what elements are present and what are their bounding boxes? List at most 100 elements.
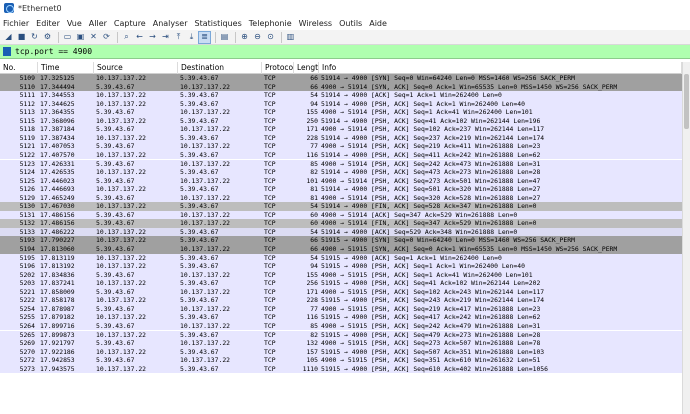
packet-time: 17.790227	[40, 236, 75, 245]
packet-no: 5111	[19, 91, 35, 100]
packet-row[interactable]: 5255 17.879182 10.137.137.22 5.39.43.67 TCP 1…	[0, 313, 682, 322]
first-packet-icon[interactable]: ⤒	[173, 32, 184, 43]
packet-row[interactable]: 5269 17.921797 5.39.43.67 10.137.137.22 TCP 1…	[0, 339, 682, 348]
packet-info: 51915 → 4900 [PSH, ACK] Seq=41 Ack=102 W…	[321, 279, 541, 288]
packet-row[interactable]: 5111 17.344553 10.137.137.22 5.39.43.67 TCP 5…	[0, 91, 682, 100]
restart-icon[interactable]: ↻	[29, 32, 40, 43]
go-to-packet-icon[interactable]: ⇥	[160, 32, 171, 43]
packet-time: 17.879182	[40, 313, 75, 322]
packet-row[interactable]: 5119 17.387434 10.137.137.22 5.39.43.67 TCP 2…	[0, 133, 682, 143]
packet-row[interactable]: 5113 17.364355 5.39.43.67 10.137.137.22 TCP 1…	[0, 108, 682, 117]
menu-aller[interactable]: Aller	[89, 19, 107, 28]
packet-src: 5.39.43.67	[96, 159, 135, 168]
packet-row[interactable]: 5193 17.790227 10.137.137.22 5.39.43.67 TCP 6…	[0, 236, 682, 245]
packet-row[interactable]: 5122 17.407570 10.137.137.22 5.39.43.67 TCP 1…	[0, 150, 682, 160]
vertical-scrollbar[interactable]	[682, 62, 690, 414]
packet-info: 51914 → 4900 [SYN] Seq=0 Win=64240 Len=0…	[321, 74, 575, 82]
packet-dst: 5.39.43.67	[180, 91, 219, 100]
stop-icon[interactable]: ■	[16, 32, 27, 43]
packet-row[interactable]: 5118 17.387184 5.39.43.67 10.137.137.22 TCP 1…	[0, 125, 682, 134]
display-filter-bar[interactable]: tcp.port == 4900	[0, 45, 690, 59]
packet-no: 5221	[19, 287, 35, 296]
zoom-in-icon[interactable]: ⊕	[239, 32, 250, 43]
packet-row[interactable]: 5265 17.899873 10.137.137.22 5.39.43.67 TCP 8…	[0, 330, 682, 340]
packet-row[interactable]: 5272 17.942853 5.39.43.67 10.137.137.22 TCP 1…	[0, 356, 682, 365]
menu-editer[interactable]: Editer	[36, 19, 60, 28]
packet-time: 17.426331	[40, 159, 75, 168]
packet-row[interactable]: 5202 17.834836 5.39.43.67 10.137.137.22 TCP 1…	[0, 270, 682, 280]
reload-icon[interactable]: ⟳	[101, 32, 112, 43]
packet-src: 5.39.43.67	[96, 245, 135, 253]
column-header-destination[interactable]: Destination	[178, 62, 262, 74]
packet-row[interactable]: 5115 17.368096 10.137.137.22 5.39.43.67 TCP 2…	[0, 116, 682, 126]
packet-dst: 10.137.137.22	[180, 82, 231, 91]
packet-row[interactable]: 5121 17.407053 5.39.43.67 10.137.137.22 TCP 7…	[0, 142, 682, 151]
options-gear-icon[interactable]: ⚙	[42, 32, 53, 43]
back-icon[interactable]: ←	[134, 32, 145, 43]
packet-time: 17.467030	[40, 202, 75, 211]
packet-row[interactable]: 5126 17.446693 10.137.137.22 5.39.43.67 TCP 8…	[0, 185, 682, 194]
autoscroll-icon[interactable]: ≣	[198, 30, 211, 44]
column-header-time[interactable]: Time	[38, 62, 94, 74]
menu-fichier[interactable]: Fichier	[3, 19, 29, 28]
packet-row[interactable]: 5112 17.344625 10.137.137.22 5.39.43.67 TCP 9…	[0, 99, 682, 109]
packet-row[interactable]: 5131 17.486156 5.39.43.67 10.137.137.22 TCP 6…	[0, 210, 682, 220]
menu-aide[interactable]: Aide	[369, 19, 387, 28]
resize-columns-icon[interactable]: ▥	[285, 32, 296, 43]
packet-proto: TCP	[264, 125, 276, 134]
packet-row[interactable]: 5129 17.465249 5.39.43.67 10.137.137.22 TCP 8…	[0, 193, 682, 203]
bookmark-filter-icon[interactable]	[3, 47, 11, 56]
packet-list[interactable]: 5109 17.325125 10.137.137.22 5.39.43.67 TCP 6…	[0, 74, 682, 414]
save-file-icon[interactable]: ▣	[75, 32, 86, 43]
close-file-icon[interactable]: ✕	[88, 32, 99, 43]
zoom-reset-icon[interactable]: ⊙	[265, 32, 276, 43]
packet-row[interactable]: 5130 17.467030 10.137.137.22 5.39.43.67 TCP 5…	[0, 202, 682, 211]
packet-row[interactable]: 5125 17.446023 5.39.43.67 10.137.137.22 TCP 1…	[0, 176, 682, 186]
column-header-protocol[interactable]: Protocol	[262, 62, 294, 74]
packet-row[interactable]: 5203 17.837241 10.137.137.22 5.39.43.67 TCP 2…	[0, 279, 682, 288]
last-packet-icon[interactable]: ⤓	[186, 32, 197, 43]
packet-row[interactable]: 5222 17.858178 10.137.137.22 5.39.43.67 TCP 2…	[0, 296, 682, 305]
packet-proto: TCP	[264, 202, 276, 211]
packet-row[interactable]: 5270 17.922186 10.137.137.22 5.39.43.67 TCP 1…	[0, 347, 682, 357]
zoom-out-icon[interactable]: ⊖	[252, 32, 263, 43]
packet-row[interactable]: 5254 17.878987 5.39.43.67 10.137.137.22 TCP 7…	[0, 304, 682, 314]
open-folder-icon[interactable]: ▭	[62, 32, 73, 43]
menu-telephonie[interactable]: Telephonie	[249, 19, 292, 28]
packet-row[interactable]: 5124 17.426535 10.137.137.22 5.39.43.67 TCP 8…	[0, 168, 682, 177]
packet-info: 51914 → 4900 [PSH, ACK] Seq=237 Ack=219 …	[321, 133, 545, 142]
packet-src: 10.137.137.22	[96, 262, 147, 271]
find-icon[interactable]: ⌕	[121, 32, 132, 43]
packet-row[interactable]: 5109 17.325125 10.137.137.22 5.39.43.67 TCP 6…	[0, 74, 682, 83]
display-filter-input[interactable]: tcp.port == 4900	[15, 47, 92, 56]
packet-row[interactable]: 5195 17.813119 10.137.137.22 5.39.43.67 TCP 5…	[0, 253, 682, 263]
packet-len: 171	[306, 287, 318, 296]
packet-row[interactable]: 5273 17.943575 10.137.137.22 5.39.43.67 TCP 1…	[0, 364, 682, 374]
menu-wireless[interactable]: Wireless	[299, 19, 332, 28]
packet-no: 5131	[19, 210, 35, 219]
packet-row[interactable]: 5221 17.858009 5.39.43.67 10.137.137.22 TCP 1…	[0, 287, 682, 297]
column-header-no[interactable]: No.	[0, 62, 38, 74]
menu-capture[interactable]: Capture	[114, 19, 146, 28]
packet-row[interactable]: 5264 17.899716 5.39.43.67 10.137.137.22 TCP 8…	[0, 321, 682, 331]
packet-row[interactable]: 5133 17.486222 10.137.137.22 5.39.43.67 TCP 5…	[0, 227, 682, 237]
packet-dst: 10.137.137.22	[180, 193, 231, 202]
menu-analyser[interactable]: Analyser	[153, 19, 188, 28]
shark-fin-icon[interactable]: ◢	[3, 32, 14, 43]
packet-row[interactable]: 5194 17.813060 5.39.43.67 10.137.137.22 TCP 6…	[0, 245, 682, 254]
menu-statistiques[interactable]: Statistiques	[195, 19, 242, 28]
packet-row[interactable]: 5196 17.813192 10.137.137.22 5.39.43.67 TCP 9…	[0, 262, 682, 271]
colorize-icon[interactable]: ▤	[219, 32, 230, 43]
column-header-info[interactable]: Info	[319, 62, 682, 74]
scrollbar-thumb[interactable]	[684, 74, 689, 129]
column-header-length[interactable]: Length	[294, 62, 319, 74]
forward-icon[interactable]: →	[147, 32, 158, 43]
packet-time: 17.344553	[40, 91, 75, 100]
packet-row[interactable]: 5123 17.426331 5.39.43.67 10.137.137.22 TCP 8…	[0, 159, 682, 169]
menu-outils[interactable]: Outils	[339, 19, 362, 28]
packet-row[interactable]: 5110 17.344494 5.39.43.67 10.137.137.22 TCP 6…	[0, 82, 682, 92]
menu-vue[interactable]: Vue	[67, 19, 82, 28]
packet-row[interactable]: 5132 17.486156 5.39.43.67 10.137.137.22 TCP 6…	[0, 219, 682, 228]
column-header-source[interactable]: Source	[94, 62, 178, 74]
packet-info: 4900 → 51914 [SYN, ACK] Seq=0 Ack=1 Win=…	[321, 82, 618, 91]
